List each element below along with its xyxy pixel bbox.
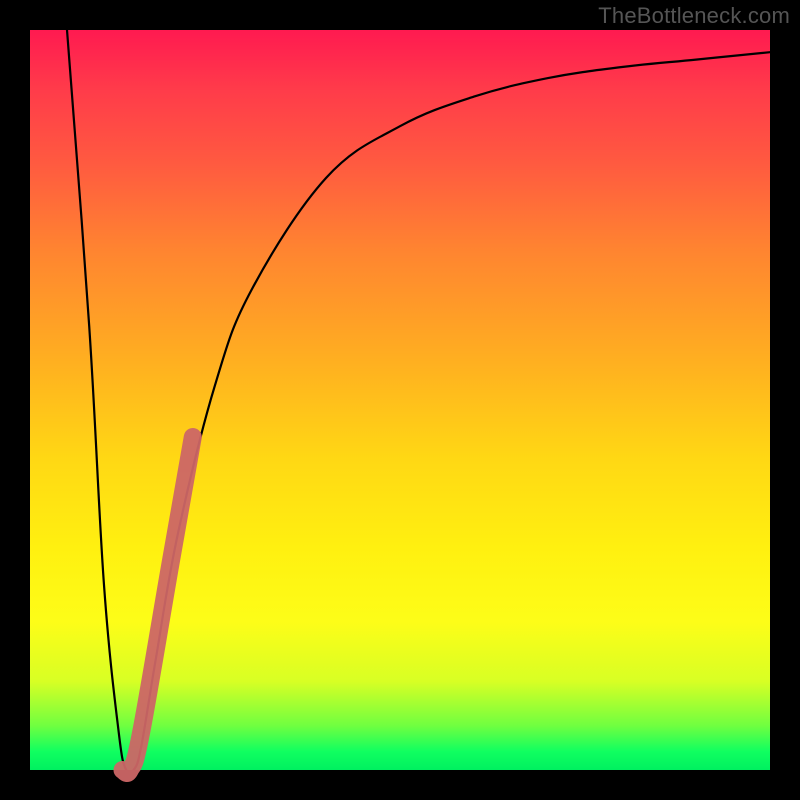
bottleneck-curve-line [67,30,770,774]
highlight-segment-line [123,437,193,773]
curve-svg [30,30,770,770]
plot-area [30,30,770,770]
chart-frame: TheBottleneck.com [0,0,800,800]
watermark-text: TheBottleneck.com [598,3,790,29]
